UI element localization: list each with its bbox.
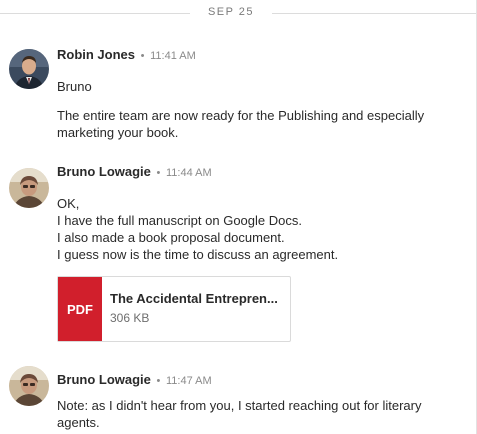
- message-text: I guess now is the time to discuss an ag…: [57, 247, 339, 262]
- timestamp: 11:44 AM: [166, 167, 212, 179]
- separator-dot: •: [156, 167, 161, 179]
- message-text: marketing your book.: [57, 125, 179, 140]
- avatar[interactable]: [9, 366, 49, 406]
- avatar[interactable]: [9, 49, 49, 89]
- sender-name[interactable]: Bruno Lowagie: [57, 372, 151, 387]
- message-header: Robin Jones • 11:41 AM: [57, 47, 196, 64]
- divider-line: [272, 13, 477, 14]
- message-header: Bruno Lowagie • 11:44 AM: [57, 164, 212, 181]
- sender-name[interactable]: Robin Jones: [57, 47, 135, 62]
- date-label: SEP 25: [207, 6, 255, 18]
- pdf-attachment[interactable]: PDF The Accidental Entrepren... 306 KB: [57, 276, 291, 342]
- attachment-size: 306 KB: [110, 311, 150, 325]
- pdf-icon: PDF: [58, 277, 102, 341]
- message-text: OK,: [57, 196, 80, 211]
- message-text: agents.: [57, 415, 100, 430]
- message-text: I have the full manuscript on Google Doc…: [57, 213, 302, 228]
- avatar[interactable]: [9, 168, 49, 208]
- sender-name[interactable]: Bruno Lowagie: [57, 164, 151, 179]
- message-text: I also made a book proposal document.: [57, 230, 285, 245]
- timestamp: 11:41 AM: [150, 50, 196, 62]
- message-text: Bruno: [57, 79, 92, 94]
- separator-dot: •: [140, 50, 145, 62]
- message-text: The entire team are now ready for the Pu…: [57, 108, 425, 123]
- divider-line: [0, 13, 190, 14]
- separator-dot: •: [156, 375, 161, 387]
- date-divider: SEP 25: [0, 0, 477, 28]
- message-header: Bruno Lowagie • 11:47 AM: [57, 372, 212, 389]
- attachment-name[interactable]: The Accidental Entrepren...: [110, 291, 278, 306]
- message-text: Note: as I didn't hear from you, I start…: [57, 398, 422, 413]
- timestamp: 11:47 AM: [166, 375, 212, 387]
